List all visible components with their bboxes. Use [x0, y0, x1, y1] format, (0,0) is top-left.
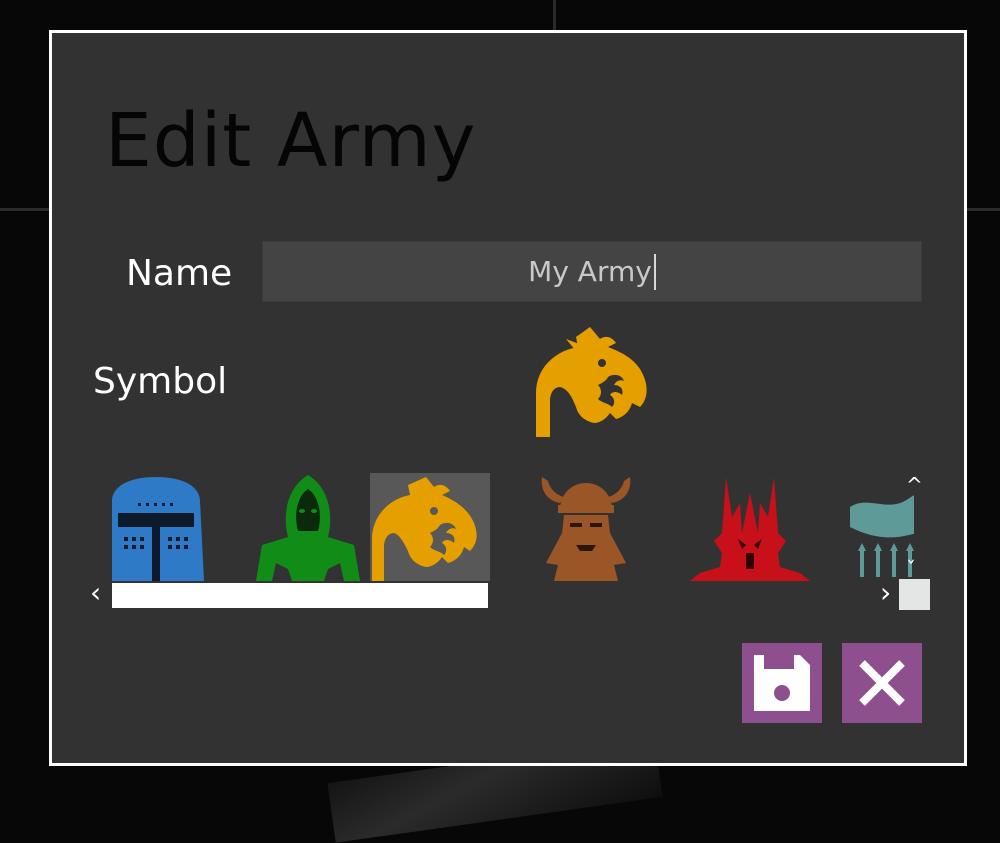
close-icon: [859, 660, 905, 706]
scroll-left-arrow[interactable]: ‹: [90, 579, 101, 607]
symbol-option-banner-spears-icon[interactable]: [848, 473, 914, 581]
floppy-disk-icon: [754, 655, 810, 711]
dialog-title: Edit Army: [105, 98, 477, 184]
selected-symbol-dragon-icon: [536, 325, 652, 437]
symbol-option-dragon-icon[interactable]: [370, 473, 490, 581]
background-line: [964, 208, 1000, 211]
symbol-option-dark-lord-icon[interactable]: [690, 473, 810, 581]
save-button[interactable]: [742, 643, 822, 723]
background-line: [0, 208, 49, 211]
background-line: [553, 0, 556, 30]
text-caret: [653, 253, 656, 290]
horizontal-scrollbar-thumb[interactable]: [112, 583, 488, 608]
symbol-option-knight-helmet-icon[interactable]: [108, 473, 228, 581]
scroll-down-arrow[interactable]: ˇ: [906, 559, 916, 579]
symbol-picker-strip: [108, 473, 914, 581]
symbol-option-viking-dwarf-icon[interactable]: [526, 473, 646, 581]
scroll-up-arrow[interactable]: ^: [906, 475, 923, 495]
name-label: Name: [126, 253, 233, 294]
symbol-label: Symbol: [93, 361, 228, 402]
scrollbar-corner: [899, 579, 930, 610]
symbol-option-hooded-figure-icon[interactable]: [248, 473, 368, 581]
army-name-value: My Army: [528, 255, 652, 288]
scroll-right-arrow[interactable]: ›: [880, 579, 891, 607]
cancel-button[interactable]: [842, 643, 922, 723]
army-name-input[interactable]: My Army: [262, 241, 922, 302]
edit-army-dialog: Edit Army Name My Army Symbol ^ ˇ ‹ ›: [49, 30, 967, 766]
